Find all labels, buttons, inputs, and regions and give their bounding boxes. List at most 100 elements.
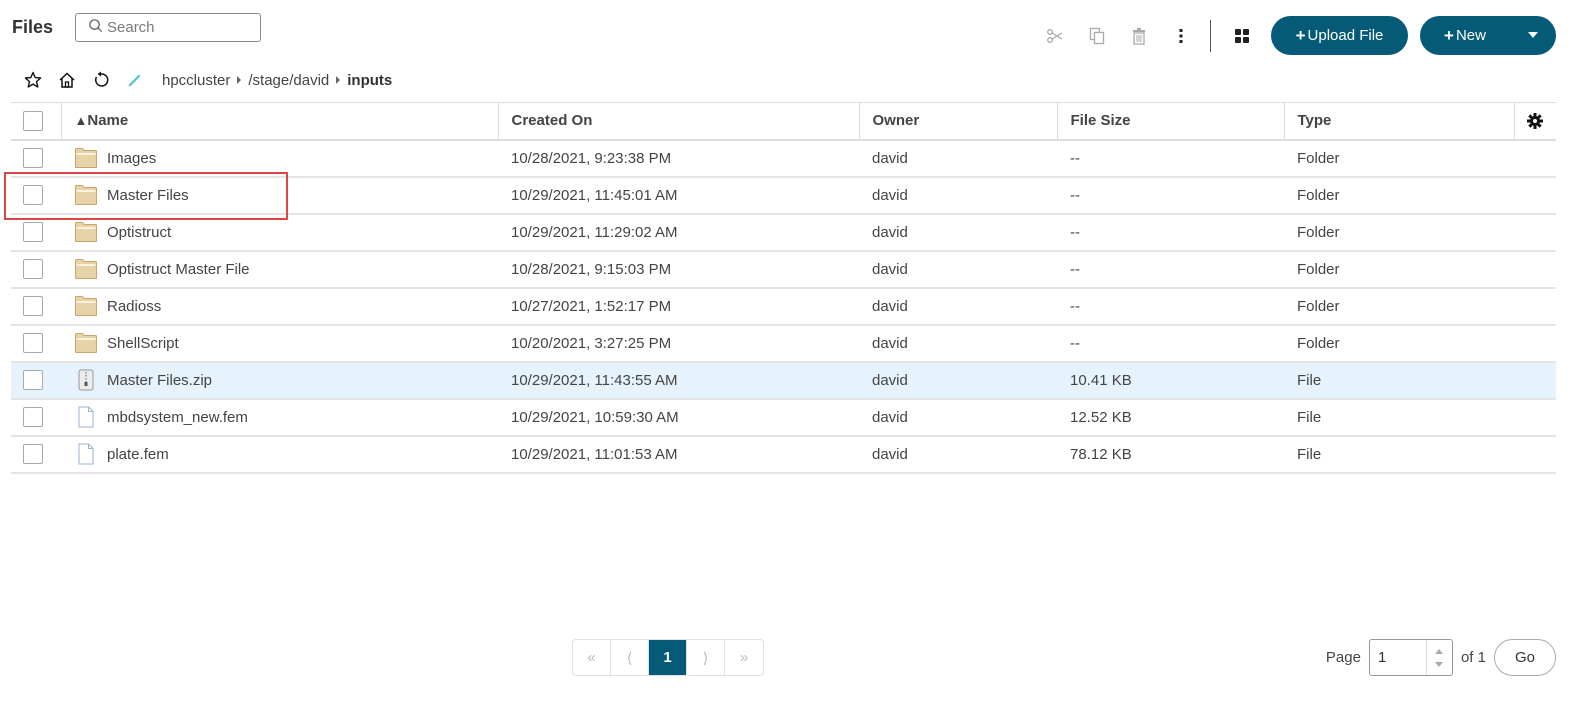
table-row[interactable]: Radioss 10/27/2021, 1:52:17 PM david -- Fold… — [11, 288, 1556, 325]
folder-icon — [74, 147, 107, 169]
toolbar-divider — [1210, 19, 1211, 52]
breadcrumb-item[interactable]: /stage/david — [248, 72, 329, 89]
created-on-cell: 10/28/2021, 9:23:38 PM — [511, 149, 672, 167]
spin-up-icon[interactable] — [1435, 648, 1444, 654]
copy-icon[interactable] — [1076, 16, 1118, 55]
more-vertical-icon[interactable] — [1160, 16, 1202, 55]
type-cell: Folder — [1297, 297, 1340, 315]
edit-icon[interactable] — [118, 67, 152, 93]
row-actions-cell — [1514, 140, 1556, 177]
scissors-icon[interactable] — [1034, 16, 1076, 55]
type-cell: Folder — [1297, 149, 1340, 167]
table-row[interactable]: ShellScript 10/20/2021, 3:27:25 PM david --… — [11, 325, 1556, 362]
name-cell: Master Files — [61, 177, 498, 214]
upload-file-button[interactable]: + Upload File — [1271, 16, 1408, 55]
home-icon[interactable] — [50, 67, 84, 93]
table-row[interactable]: plate.fem 10/29/2021, 11:01:53 AM david 78.… — [11, 436, 1556, 473]
file-name-link[interactable]: Images — [107, 150, 156, 167]
column-header-size[interactable]: File Size — [1057, 102, 1285, 140]
page-jump: Page of 1 Go — [1326, 639, 1556, 676]
owner-cell: david — [872, 223, 908, 241]
breadcrumb-separator-icon — [336, 76, 341, 84]
row-checkbox[interactable] — [23, 259, 43, 279]
type-cell: Folder — [1297, 334, 1340, 352]
row-actions-cell — [1514, 251, 1556, 288]
page-number-stepper[interactable] — [1368, 639, 1453, 676]
file-icon — [74, 406, 107, 428]
row-checkbox[interactable] — [23, 185, 43, 205]
table-row[interactable]: Master Files 10/29/2021, 11:45:01 AM david… — [11, 177, 1556, 214]
table-row[interactable]: Images 10/28/2021, 9:23:38 PM david -- Folde… — [11, 140, 1556, 177]
row-checkbox[interactable] — [23, 148, 43, 168]
table-header-row: ▲Name Created On Owner File Size Type — [11, 102, 1557, 140]
new-button[interactable]: + New — [1420, 16, 1556, 55]
column-header-created[interactable]: Created On — [498, 102, 860, 140]
created-on-cell: 10/29/2021, 10:59:30 AM — [511, 408, 679, 426]
file-size-cell: -- — [1070, 297, 1080, 315]
table-row[interactable]: mbdsystem_new.fem 10/29/2021, 10:59:30 AM… — [11, 399, 1556, 436]
row-select-cell — [11, 362, 61, 399]
folder-icon — [74, 332, 107, 354]
chevron-down-icon[interactable] — [1528, 32, 1538, 38]
next-page-button[interactable]: ⟩ — [687, 640, 725, 675]
row-actions-cell — [1514, 177, 1556, 214]
page-spinner[interactable] — [1425, 640, 1452, 675]
file-name-link[interactable]: Master Files — [107, 187, 189, 204]
zip-file-icon — [74, 369, 107, 391]
folder-icon — [74, 221, 107, 243]
select-all-checkbox[interactable] — [23, 110, 43, 131]
type-cell: File — [1297, 445, 1322, 463]
breadcrumb-item[interactable]: hpccluster — [162, 72, 230, 89]
name-cell: plate.fem — [61, 436, 498, 473]
type-cell: File — [1297, 371, 1322, 389]
row-checkbox[interactable] — [23, 370, 43, 390]
star-icon[interactable] — [16, 67, 50, 93]
refresh-icon[interactable] — [84, 67, 118, 93]
table-row[interactable]: Optistruct Master File 10/28/2021, 9:15:0… — [11, 251, 1556, 288]
type-cell: Folder — [1297, 260, 1340, 278]
row-checkbox[interactable] — [23, 444, 43, 464]
grid-view-icon[interactable] — [1221, 16, 1263, 55]
row-checkbox[interactable] — [23, 296, 43, 316]
row-select-cell — [11, 251, 61, 288]
page-1-button[interactable]: 1 — [649, 640, 687, 675]
previous-page-button[interactable]: ⟨ — [611, 640, 649, 675]
row-checkbox[interactable] — [23, 407, 43, 427]
file-size-cell: -- — [1070, 149, 1080, 167]
column-header-owner[interactable]: Owner — [859, 102, 1058, 140]
row-select-cell — [11, 177, 61, 214]
spin-down-icon[interactable] — [1435, 661, 1444, 667]
name-cell: Radioss — [61, 288, 498, 325]
created-on-cell: 10/29/2021, 11:45:01 AM — [511, 186, 678, 204]
first-page-button[interactable]: « — [573, 640, 611, 675]
file-name-link[interactable]: Optistruct — [107, 224, 171, 241]
search-box[interactable] — [75, 13, 261, 42]
gear-icon[interactable] — [1515, 112, 1557, 130]
table-row[interactable]: Master Files.zip 10/29/2021, 11:43:55 AM d… — [11, 361, 1556, 399]
breadcrumb-current: inputs — [347, 71, 393, 89]
go-button[interactable]: Go — [1494, 639, 1556, 676]
row-actions-cell — [1514, 214, 1556, 251]
file-name-link[interactable]: Optistruct Master File — [107, 261, 250, 278]
row-checkbox[interactable] — [23, 333, 43, 353]
last-page-button[interactable]: » — [725, 640, 763, 675]
table-row[interactable]: Optistruct 10/29/2021, 11:29:02 AM david --… — [11, 214, 1556, 251]
column-header-name[interactable]: ▲Name — [61, 102, 499, 140]
trash-icon[interactable] — [1118, 16, 1160, 55]
row-checkbox[interactable] — [23, 222, 43, 242]
page-label: Page — [1325, 649, 1361, 666]
file-name-link[interactable]: Master Files.zip — [107, 372, 212, 389]
row-select-cell — [11, 325, 61, 362]
file-name-link[interactable]: ShellScript — [107, 335, 179, 352]
select-all-cell — [11, 102, 62, 140]
file-name-link[interactable]: mbdsystem_new.fem — [107, 409, 248, 426]
column-header-type[interactable]: Type — [1284, 102, 1515, 140]
name-cell: Master Files.zip — [61, 362, 498, 399]
file-name-link[interactable]: plate.fem — [107, 446, 169, 463]
type-cell: Folder — [1297, 186, 1340, 204]
created-on-cell: 10/20/2021, 3:27:25 PM — [511, 334, 672, 352]
file-name-link[interactable]: Radioss — [107, 298, 161, 315]
search-input[interactable] — [107, 19, 257, 36]
upload-file-label: Upload File — [1307, 27, 1384, 44]
owner-cell: david — [872, 445, 908, 463]
